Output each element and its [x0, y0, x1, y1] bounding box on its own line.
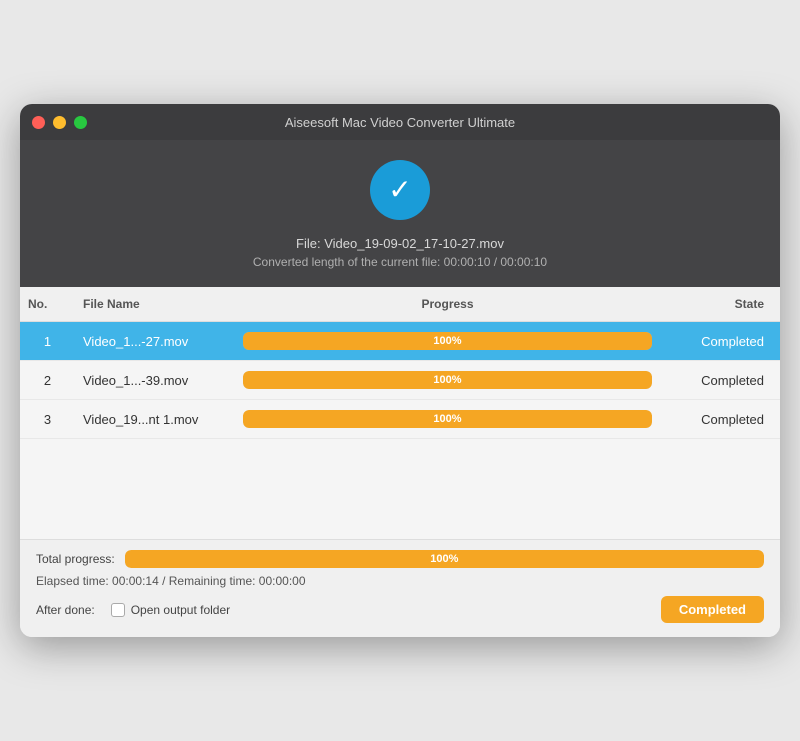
conversion-header: ✓ File: Video_19-09-02_17-10-27.mov Conv… — [20, 140, 780, 287]
progress-value: 100% — [433, 413, 461, 425]
progress-bar-bg: 100% — [243, 410, 652, 428]
minimize-button[interactable] — [53, 116, 66, 129]
file-table: No. File Name Progress State 1 Video_1..… — [20, 287, 780, 539]
row-filename: Video_1...-27.mov — [75, 334, 235, 349]
row-no: 3 — [20, 412, 75, 427]
progress-bar-bg: 100% — [243, 332, 652, 350]
table-row[interactable]: 3 Video_19...nt 1.mov 100% Completed — [20, 400, 780, 439]
progress-value: 100% — [433, 335, 461, 347]
row-filename: Video_1...-39.mov — [75, 373, 235, 388]
table-row[interactable]: 1 Video_1...-27.mov 100% Completed — [20, 322, 780, 361]
footer: Total progress: 100% Elapsed time: 00:00… — [20, 539, 780, 637]
progress-bar-fill: 100% — [243, 371, 652, 389]
open-output-checkbox[interactable] — [111, 603, 125, 617]
row-filename: Video_19...nt 1.mov — [75, 412, 235, 427]
row-no: 2 — [20, 373, 75, 388]
table-header-row: No. File Name Progress State — [20, 287, 780, 322]
window-title: Aiseesoft Mac Video Converter Ultimate — [285, 115, 515, 130]
completion-icon-circle: ✓ — [370, 160, 430, 220]
main-window: Aiseesoft Mac Video Converter Ultimate ✓… — [20, 104, 780, 637]
col-no: No. — [20, 293, 75, 315]
progress-bar-fill: 100% — [243, 410, 652, 428]
after-done-label: After done: — [36, 603, 95, 617]
checkmark-icon: ✓ — [388, 176, 411, 204]
total-progress-row: Total progress: 100% — [36, 550, 764, 568]
col-progress: Progress — [235, 293, 660, 315]
row-progress-wrap: 100% — [235, 371, 660, 389]
total-progress-label: Total progress: — [36, 552, 115, 566]
completed-button[interactable]: Completed — [661, 596, 764, 623]
total-progress-bar-wrap: 100% — [125, 550, 764, 568]
col-state: State — [660, 293, 780, 315]
col-filename: File Name — [75, 293, 235, 315]
row-state: Completed — [660, 334, 780, 349]
progress-value: 100% — [433, 374, 461, 386]
close-button[interactable] — [32, 116, 45, 129]
maximize-button[interactable] — [74, 116, 87, 129]
window-controls — [32, 116, 87, 129]
open-output-label: Open output folder — [131, 603, 230, 617]
row-state: Completed — [660, 412, 780, 427]
row-progress-wrap: 100% — [235, 332, 660, 350]
total-progress-bar-bg: 100% — [125, 550, 764, 568]
converted-length-label: Converted length of the current file: 00… — [253, 255, 547, 269]
titlebar: Aiseesoft Mac Video Converter Ultimate — [20, 104, 780, 140]
current-file-label: File: Video_19-09-02_17-10-27.mov — [296, 236, 504, 251]
table-empty-space — [20, 439, 780, 539]
row-progress-wrap: 100% — [235, 410, 660, 428]
after-done-area: After done: Open output folder — [36, 603, 230, 617]
progress-bar-bg: 100% — [243, 371, 652, 389]
row-state: Completed — [660, 373, 780, 388]
row-no: 1 — [20, 334, 75, 349]
total-progress-bar-fill: 100% — [125, 550, 764, 568]
total-progress-value: 100% — [430, 553, 458, 565]
progress-bar-fill: 100% — [243, 332, 652, 350]
footer-bottom: After done: Open output folder Completed — [36, 596, 764, 623]
elapsed-time-label: Elapsed time: 00:00:14 / Remaining time:… — [36, 574, 764, 588]
table-row[interactable]: 2 Video_1...-39.mov 100% Completed — [20, 361, 780, 400]
